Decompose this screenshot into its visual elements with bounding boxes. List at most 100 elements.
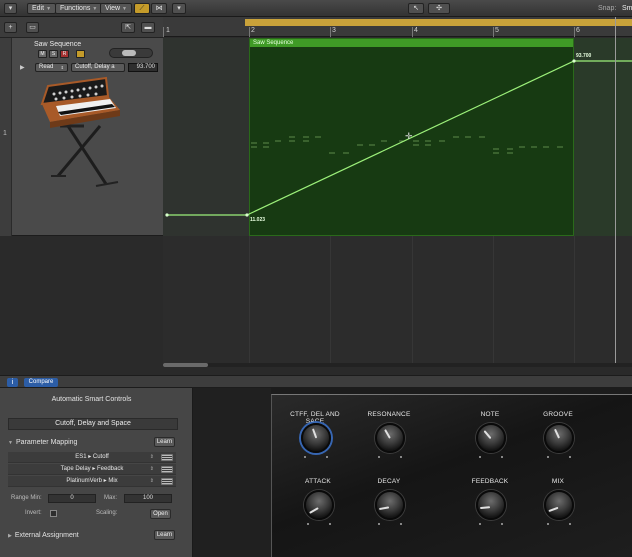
knob-label: ATTACK <box>305 478 331 485</box>
track-number-label: 1 <box>3 130 7 137</box>
mapping-row[interactable]: Tape Delay ▸ Feedback ⇕ <box>8 464 176 475</box>
collapse-icon[interactable]: ▬ <box>141 22 155 33</box>
solo-button[interactable]: S <box>49 50 58 58</box>
knob-cutoff-delay-space[interactable]: CTFF, DEL AND SACE <box>285 411 345 471</box>
automation-curve-icon[interactable]: ⟋ <box>134 3 150 14</box>
info-button[interactable]: i <box>7 378 18 387</box>
external-assignment-label: External Assignment <box>14 532 79 539</box>
control-bar: ▾ Edit ▼ Functions ▼ View ▼ ⟋ ⋈ ▾ ↖ ✣ Snap:… <box>0 0 632 17</box>
knob-control[interactable] <box>301 423 331 453</box>
filter-icon[interactable]: ▾ <box>172 3 186 14</box>
secondary-tool-icon[interactable]: ✣ <box>428 3 450 14</box>
knob-control[interactable] <box>375 423 405 453</box>
ruler-bar-label: 2 <box>251 27 255 34</box>
inspector-title: Automatic Smart Controls <box>51 396 132 403</box>
synth-instrument-icon <box>40 76 120 187</box>
automation-start-value: 11.023 <box>250 217 266 223</box>
max-value: 100 <box>142 495 153 501</box>
disclosure-triangle-icon[interactable]: ▼ <box>8 440 13 446</box>
knob-decay[interactable]: DECAY <box>359 478 419 538</box>
edit-menu[interactable]: Edit ▼ <box>27 3 57 14</box>
zoom-icon[interactable]: ⇱ <box>121 22 135 33</box>
ruler-bar-label: 6 <box>576 27 580 34</box>
control-name-field[interactable]: Cutoff, Delay and Space <box>8 418 178 430</box>
parameter-mapping-section[interactable]: ▼ Parameter Mapping Learn <box>4 436 183 449</box>
mapping-row[interactable]: PlatinumVerb ▸ Mix ⇕ <box>8 476 176 487</box>
disclosure-triangle-icon[interactable]: ▶ <box>20 64 25 71</box>
knob-note[interactable]: NOTE <box>460 411 520 471</box>
knob-label: NOTE <box>480 411 500 418</box>
range-min-field[interactable]: 0 <box>48 494 96 503</box>
add-track-icon[interactable]: + <box>4 22 17 33</box>
scrollbar-thumb[interactable] <box>163 363 208 367</box>
learn-button[interactable]: Learn <box>154 530 175 540</box>
knob-mix[interactable]: MIX <box>528 478 588 538</box>
track-header-toolbar: + ▭ ⇱ ▬ <box>0 17 163 38</box>
mapping-options-icon[interactable] <box>161 454 173 461</box>
track-name[interactable]: Saw Sequence <box>34 41 81 48</box>
parameter-mapping-label: Parameter Mapping <box>15 439 78 446</box>
cycle-range[interactable] <box>245 19 632 26</box>
knob-feedback[interactable]: FEEDBACK <box>460 478 520 538</box>
functions-menu[interactable]: Functions ▼ <box>55 3 103 14</box>
volume-slider[interactable] <box>109 48 153 58</box>
knob-resonance[interactable]: RESONANCE <box>359 411 419 471</box>
automation-mode-label: Read <box>39 64 54 70</box>
knob-control[interactable] <box>544 423 574 453</box>
disclosure-triangle-icon[interactable]: ▶ <box>8 533 12 539</box>
automation-curve[interactable]: ✛ <box>163 37 632 237</box>
smart-controls-panel: CTFF, DEL AND SACE RESONANCE NOTE GROOVE… <box>193 388 632 557</box>
stepper-icon[interactable]: ⇕ <box>150 452 154 463</box>
learn-button[interactable]: Learn <box>154 437 175 447</box>
knob-groove[interactable]: GROOVE <box>528 411 588 471</box>
view-menu[interactable]: View ▼ <box>100 3 132 14</box>
pointer-tool-icon[interactable]: ↖ <box>408 3 424 14</box>
horizontal-scrollbar[interactable] <box>163 363 632 367</box>
track-number: 1 <box>0 38 12 236</box>
automation-value[interactable]: 93.700 <box>128 63 158 72</box>
input-monitor-icon[interactable] <box>76 50 85 58</box>
range-min-label: Range Min: <box>11 495 42 501</box>
playhead[interactable] <box>615 17 616 367</box>
smart-controls-inspector: Automatic Smart Controls Cutoff, Delay a… <box>0 388 193 557</box>
automation-mode-select[interactable]: Read ⇕ <box>35 63 68 72</box>
knob-attack[interactable]: ATTACK <box>288 478 348 538</box>
record-button[interactable]: R <box>60 50 69 58</box>
knob-label: GROOVE <box>543 411 573 418</box>
knob-control[interactable] <box>476 490 506 520</box>
panel-background <box>193 388 271 557</box>
ruler-bar-label: 1 <box>166 27 170 34</box>
mapping-row[interactable]: ES1 ▸ Cutoff ⇕ <box>8 452 176 463</box>
tracks-area[interactable]: Saw Sequence ✛ 11.023 93.700 <box>163 17 632 367</box>
snap-value[interactable]: Sm <box>622 5 632 12</box>
ruler-bar-label: 5 <box>495 27 499 34</box>
invert-checkbox[interactable] <box>50 510 57 517</box>
automation-parameter-select[interactable]: Cutoff, Delay a <box>71 63 125 72</box>
compare-button[interactable]: Compare <box>24 378 58 387</box>
mute-button[interactable]: M <box>38 50 47 58</box>
stepper-icon[interactable]: ⇕ <box>150 464 154 475</box>
edit-menu-label: Edit <box>32 5 45 12</box>
knob-label: FEEDBACK <box>471 478 509 485</box>
bar-ruler[interactable]: 1 2 3 4 5 6 <box>163 17 632 37</box>
functions-menu-label: Functions <box>60 5 91 12</box>
stepper-icon[interactable]: ⇕ <box>150 476 154 487</box>
max-field[interactable]: 100 <box>124 494 172 503</box>
scaling-label: Scaling: <box>96 510 118 516</box>
knob-control[interactable] <box>544 490 574 520</box>
mapping-options-icon[interactable] <box>161 478 173 485</box>
external-assignment-section[interactable]: ▶ External Assignment Learn <box>4 529 183 542</box>
knob-control[interactable] <box>304 490 334 520</box>
ruler-bar-label: 4 <box>414 27 418 34</box>
open-scaling-button[interactable]: Open <box>150 509 171 519</box>
view-menu-label: View <box>105 5 121 12</box>
mapping-label: PlatinumVerb ▸ Mix <box>66 478 118 484</box>
snap-label: Snap: <box>598 5 617 12</box>
mapping-label: ES1 ▸ Cutoff <box>75 454 109 460</box>
nav-arrow-icon[interactable]: ▾ <box>4 3 17 14</box>
knob-control[interactable] <box>375 490 405 520</box>
knob-control[interactable] <box>476 423 506 453</box>
flex-icon[interactable]: ⋈ <box>151 3 167 14</box>
folder-icon[interactable]: ▭ <box>26 22 39 33</box>
mapping-options-icon[interactable] <box>161 466 173 473</box>
